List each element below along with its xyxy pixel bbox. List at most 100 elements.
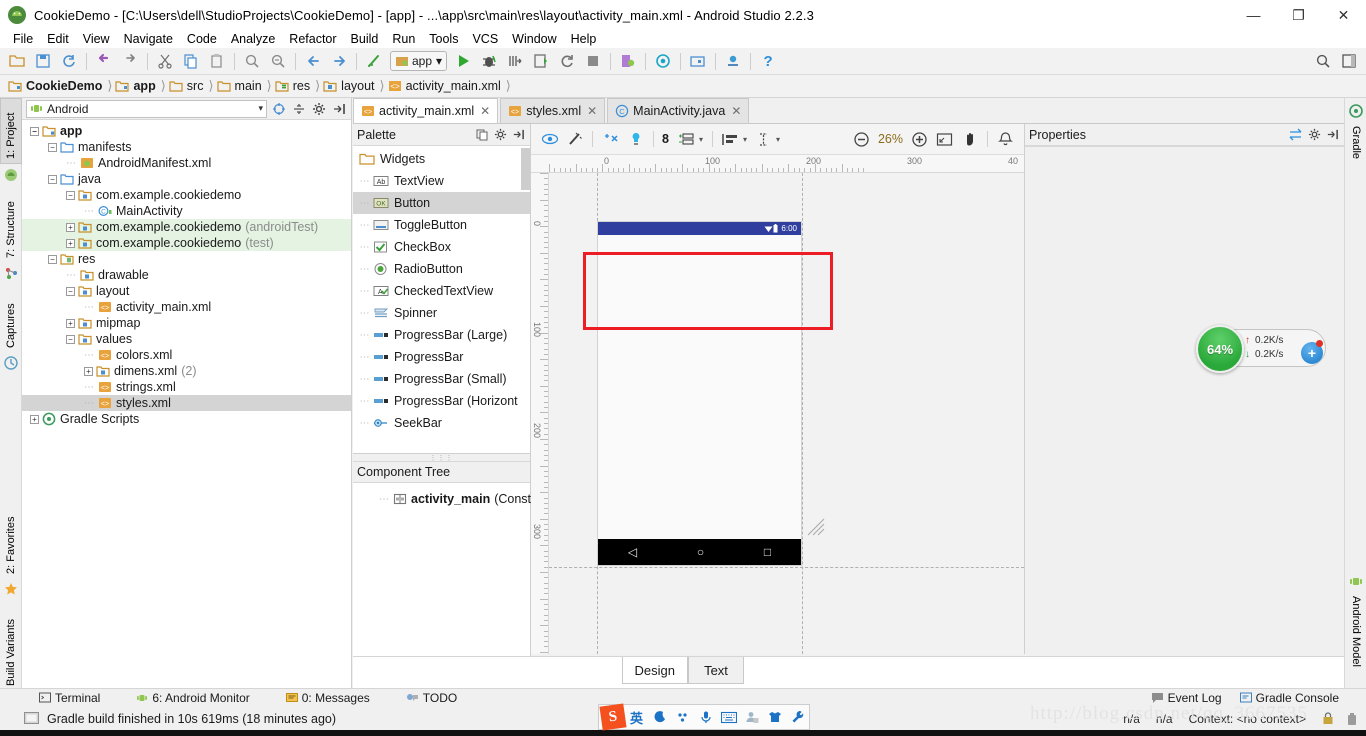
tree-node-strings-xml[interactable]: ⋯ <> strings.xml [22,379,351,395]
breadcrumb-item-main[interactable]: main ⟩ [216,75,275,98]
tree-node-dimens-xml[interactable]: + dimens.xml (2) [22,363,351,379]
undo-icon[interactable] [93,50,115,72]
component-tree-body[interactable]: ⋯ activity_main (Constra [353,483,542,507]
tree-node-activity-main-xml[interactable]: ⋯ <> activity_main.xml [22,299,351,315]
pan-icon[interactable] [959,129,980,150]
cut-icon[interactable] [154,50,176,72]
paste-icon[interactable] [206,50,228,72]
tree-node-mipmap[interactable]: + mipmap [22,315,351,331]
collapse-toggle-icon[interactable]: − [66,334,75,344]
user-icon[interactable] [740,706,763,728]
sogou-logo-icon[interactable]: S [599,703,627,731]
forward-icon[interactable] [328,50,350,72]
hide-panel-icon[interactable] [1324,127,1340,143]
copy-icon[interactable] [474,127,490,143]
palette-item-progressbar[interactable]: ⋯ ProgressBar [353,346,530,368]
open-folder-icon[interactable] [6,50,28,72]
palette-item-radiobutton[interactable]: ⋯ RadioButton [353,258,530,280]
palette-item-progressbar-large[interactable]: ⋯ ProgressBar (Large) [353,324,530,346]
chevron-down-icon[interactable]: ▾ [699,135,703,144]
run-step-icon[interactable] [504,50,526,72]
palette-group-widgets[interactable]: Widgets [353,148,530,170]
breadcrumb-item-layout[interactable]: layout ⟩ [323,75,387,98]
gear-icon[interactable] [310,100,327,117]
tree-node-com-example-cookiedemo[interactable]: + com.example.cookiedemo (androidTest) [22,219,351,235]
breadcrumb-item-src[interactable]: src ⟩ [169,75,217,98]
expand-toggle-icon[interactable]: + [66,238,75,248]
tree-node-colors-xml[interactable]: ⋯ <> colors.xml [22,347,351,363]
memory-usage-badge[interactable]: 64% [1196,325,1244,373]
instant-run-icon[interactable] [530,50,552,72]
edit-source-icon[interactable] [363,50,385,72]
avd-manager-icon[interactable] [617,50,639,72]
language-toggle-icon[interactable]: 英 [625,706,648,728]
project-tree[interactable]: − app − manifests ⋯ AndroidManifest.xml − java −… [22,120,351,688]
collapse-toggle-icon[interactable]: − [66,286,75,296]
tree-node-styles-xml[interactable]: ⋯ <> styles.xml [22,395,351,411]
menu-refactor[interactable]: Refactor [282,31,343,47]
tree-node-com-example-cookiedemo[interactable]: − com.example.cookiedemo [22,187,351,203]
maximize-button[interactable]: ❐ [1276,0,1321,30]
collapse-toggle-icon[interactable]: − [30,126,39,136]
lock-icon[interactable] [1322,712,1334,725]
gear-icon[interactable] [492,127,508,143]
project-view-selector[interactable]: Android ▾ [26,99,267,118]
chevron-down-icon[interactable]: ▾ [743,135,747,144]
eye-icon[interactable] [539,129,560,150]
tool-window-todo[interactable]: TODO [397,689,466,708]
tab-design[interactable]: Design [621,657,688,684]
menu-file[interactable]: File [6,31,40,47]
layout-inspector-icon[interactable] [722,50,744,72]
palette-item-checkedtextview[interactable]: ⋯ A CheckedTextView [353,280,530,302]
redo-icon[interactable] [119,50,141,72]
find-replace-icon[interactable] [267,50,289,72]
menu-run[interactable]: Run [385,31,422,47]
run-icon[interactable] [452,50,474,72]
stop-icon[interactable] [582,50,604,72]
magic-wand-icon[interactable] [564,129,585,150]
microphone-icon[interactable] [694,706,717,728]
breadcrumb-item-cookiedemo[interactable]: CookieDemo ⟩ [8,75,115,98]
chevron-down-icon[interactable]: ▾ [776,135,780,144]
sidebar-item-gradle[interactable]: Gradle [1345,122,1366,174]
breadcrumb-item-app[interactable]: app ⟩ [115,75,168,98]
collapse-toggle-icon[interactable]: − [48,142,57,152]
menu-code[interactable]: Code [180,31,224,47]
tree-node-app[interactable]: − app [22,123,351,139]
sogou-ime-toolbar[interactable]: S 英 [598,703,810,731]
menu-analyze[interactable]: Analyze [224,31,282,47]
palette-item-seekbar[interactable]: ⋯ SeekBar [353,412,530,434]
tool-window-terminal[interactable]: Terminal [30,689,109,708]
keyboard-icon[interactable] [717,706,740,728]
guidelines-icon[interactable] [753,129,774,150]
panel-resize-grip[interactable]: ⋮⋮⋮ [353,454,530,462]
tool-window-android-monitor[interactable]: 6: Android Monitor [127,689,258,708]
tree-node-drawable[interactable]: ⋯ drawable [22,267,351,283]
menu-vcs[interactable]: VCS [465,31,505,47]
expand-toggle-icon[interactable]: + [84,366,93,376]
design-canvas[interactable]: 6:00 ◁ ○ □ [549,173,1024,654]
sidebar-item-android-model[interactable]: Android Model [1345,592,1366,682]
moon-icon[interactable] [648,706,671,728]
layout-toggle-icon[interactable] [1338,50,1360,72]
device-preview[interactable]: 6:00 ◁ ○ □ [597,221,802,566]
palette-item-button[interactable]: ⋯ OK Button [353,192,530,214]
collapse-toggle-icon[interactable]: − [66,190,75,200]
menu-view[interactable]: View [76,31,117,47]
sidebar-item-structure[interactable]: 7: Structure [0,190,22,262]
run-configuration-selector[interactable]: app ▾ [390,51,448,71]
palette-item-textview[interactable]: ⋯ Ab TextView [353,170,530,192]
project-structure-icon[interactable] [687,50,709,72]
sidebar-item-captures[interactable]: Captures [0,290,22,352]
expand-all-icon[interactable] [290,100,307,117]
menu-window[interactable]: Window [505,31,563,47]
close-icon[interactable]: ✕ [587,104,597,118]
back-icon[interactable] [302,50,324,72]
expand-toggle-icon[interactable]: + [66,222,75,232]
help-icon[interactable]: ? [757,50,779,72]
zoom-fit-button[interactable] [934,129,955,150]
menu-edit[interactable]: Edit [40,31,76,47]
breadcrumb-item-activity-main[interactable]: <> activity_main.xml ⟩ [388,75,514,98]
clear-constraints-icon[interactable] [600,129,621,150]
menu-tools[interactable]: Tools [422,31,465,47]
